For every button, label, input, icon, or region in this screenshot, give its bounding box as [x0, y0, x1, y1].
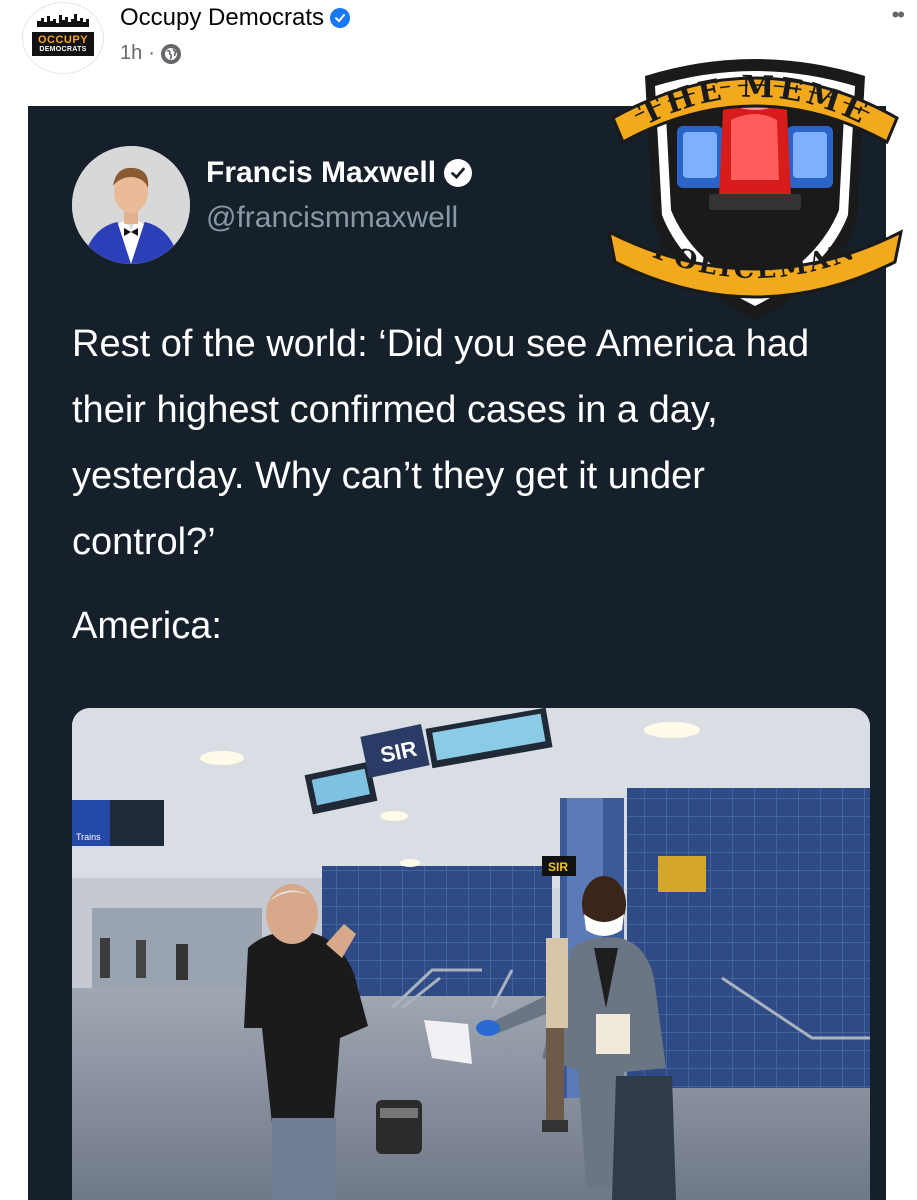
trains-sign: Trains	[76, 832, 101, 842]
tweet-text: Rest of the world: ‘Did you see America …	[72, 323, 810, 563]
verified-badge-icon	[330, 8, 351, 28]
page-logo: OCCUPY DEMOCRATS	[31, 32, 95, 56]
page-name-row: Occupy Democrats	[120, 4, 351, 32]
page-name-link[interactable]: Occupy Democrats	[120, 4, 324, 32]
sir-small-sign: SIR	[548, 860, 568, 874]
skyline-icon	[37, 14, 89, 27]
logo-line-2: DEMOCRATS	[39, 46, 87, 53]
page-avatar[interactable]: OCCUPY DEMOCRATS	[22, 2, 104, 74]
verified-badge-icon	[444, 159, 473, 187]
post-time[interactable]: 1h	[120, 42, 142, 65]
tweet-author-handle: @francismmaxwell	[206, 201, 459, 234]
logo-line-1: OCCUPY	[37, 34, 89, 46]
post-meta: 1h ·	[120, 42, 181, 65]
tweet-author-name-row: Francis Maxwell	[206, 156, 473, 190]
tweet-photo: SIR Trains SIR	[72, 708, 870, 1200]
tweet-text-punchline: America:	[72, 605, 222, 647]
tweet-author-name: Francis Maxwell	[206, 156, 437, 189]
meme-policeman-badge: THE MEME POLICEMAN	[606, 59, 904, 320]
globe-icon[interactable]	[160, 43, 181, 64]
tweet-author-avatar	[72, 146, 190, 264]
meta-separator: ·	[148, 42, 155, 64]
more-options-icon[interactable]: ••	[892, 2, 905, 28]
